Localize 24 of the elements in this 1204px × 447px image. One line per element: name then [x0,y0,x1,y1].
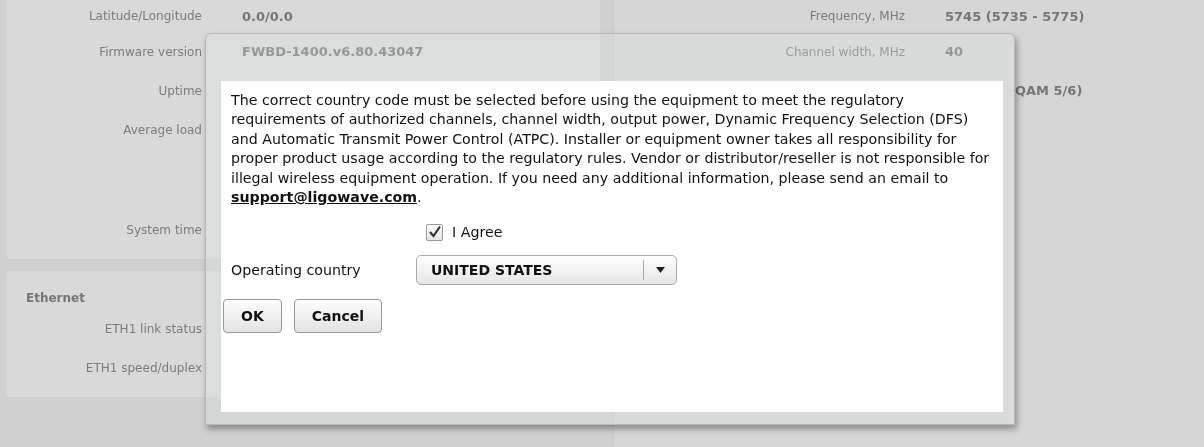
field-label: Average load [122,122,202,137]
field-label: Latitude/Longitude [87,9,202,23]
notice-text: The correct country code must be selected before using the equipment to meet the regulatory requirements of authorized channels, channel width, output power, Dynamic Frequency Selection (DFS) and Automatic Transmit Power Control (ATPC). Installer or equipment owner takes all responsibility for proper product usage according to the regulatory rules. Vendor or distributor/reseller is not responsible for illegal wireless equipment operation. If you need any additional information, please send an email to support@ligowave.com. [231,91,991,208]
field-label: System time [125,222,202,237]
cancel-button[interactable]: Cancel [293,299,383,334]
ok-button[interactable]: OK [223,299,282,334]
caret-icon [655,267,665,274]
field-value: 0.0/0.0 [242,8,294,24]
field-value: 40 [945,44,965,59]
email-link[interactable]: support@ligowave.com [231,189,418,206]
field-value: 5745 (5735 - 5775) [945,8,1086,24]
agree-checkbox[interactable] [426,223,443,241]
field-label: Firmware version [98,44,202,59]
field-value: QAM 5/6) [1015,83,1084,98]
field-label: Frequency, MHz [808,9,905,23]
field-label: ETH1 speed/duplex [84,360,202,375]
field-value: FWBD-1400.v6.80.43047 [242,44,425,59]
field-label: Channel width, MHz [784,44,905,59]
field-label: ETH1 link status [103,321,202,336]
field-label: Uptime [157,83,202,98]
section-title: Ethernet [25,290,86,307]
country-dropdown[interactable]: UNITED STATES [416,255,677,286]
field-label: Operating country [231,262,362,279]
checkbox-label: I Agree [452,224,503,241]
